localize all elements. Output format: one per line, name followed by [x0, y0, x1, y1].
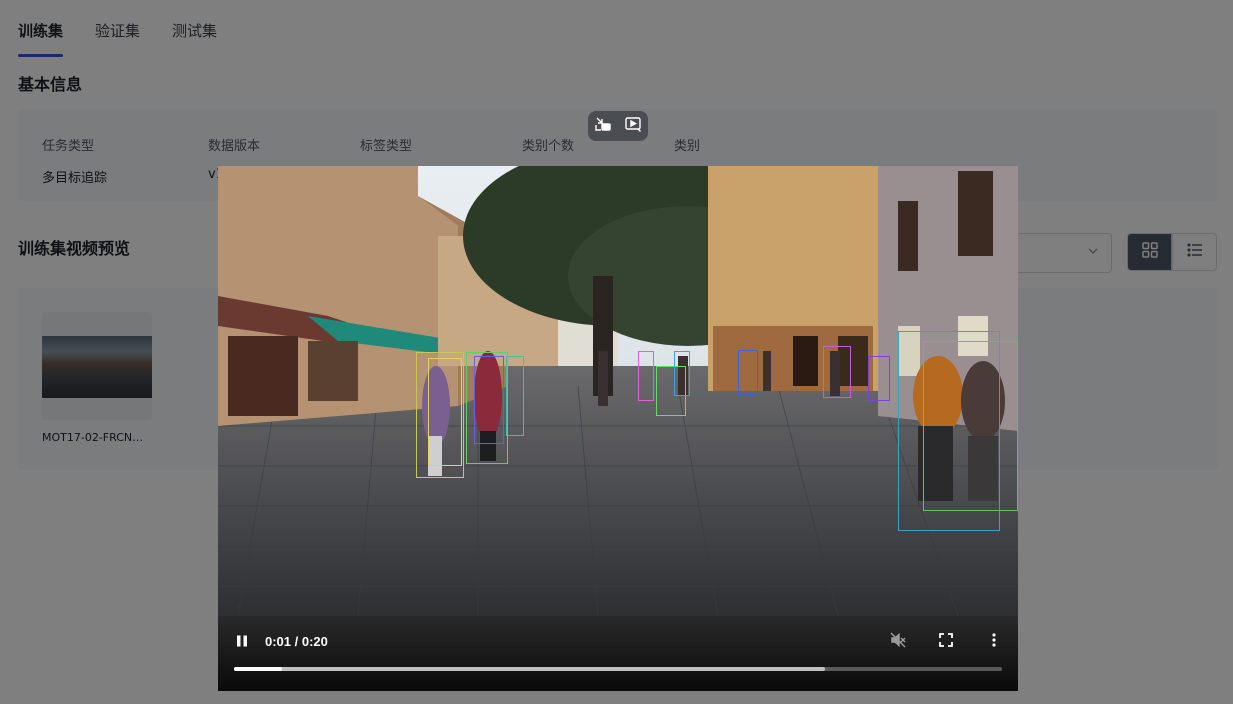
- tracking-box: [674, 351, 690, 396]
- pip-play-button[interactable]: [622, 115, 644, 137]
- tracking-box: [868, 356, 890, 401]
- more-options-button[interactable]: [984, 632, 1004, 652]
- mute-button[interactable]: [888, 632, 908, 652]
- pip-exit-button[interactable]: [592, 115, 614, 137]
- fullscreen-button[interactable]: [936, 632, 956, 652]
- tracking-box: [428, 358, 462, 466]
- pause-button[interactable]: [232, 632, 252, 652]
- video-frame: [218, 166, 1018, 616]
- video-play-icon: [624, 115, 642, 137]
- video-player[interactable]: 0:01 / 0:20: [218, 166, 1018, 691]
- tracking-box: [638, 351, 654, 401]
- played-bar: [234, 667, 282, 671]
- buffered-bar: [234, 667, 826, 671]
- tracking-box: [823, 346, 851, 398]
- pause-icon: [235, 633, 249, 652]
- tracking-box: [738, 350, 758, 395]
- tracking-box: [474, 356, 504, 444]
- fullscreen-icon: [938, 632, 954, 652]
- progress-track[interactable]: [234, 667, 1002, 671]
- more-vertical-icon: [986, 632, 1002, 652]
- time-display: 0:01 / 0:20: [265, 634, 328, 649]
- pip-toolbar: [588, 111, 648, 141]
- tracking-box: [506, 356, 524, 436]
- tracking-box: [923, 341, 1018, 511]
- video-controls: 0:01 / 0:20: [218, 616, 1018, 691]
- volume-muted-icon: [889, 631, 907, 653]
- picture-in-picture-exit-icon: [594, 115, 612, 137]
